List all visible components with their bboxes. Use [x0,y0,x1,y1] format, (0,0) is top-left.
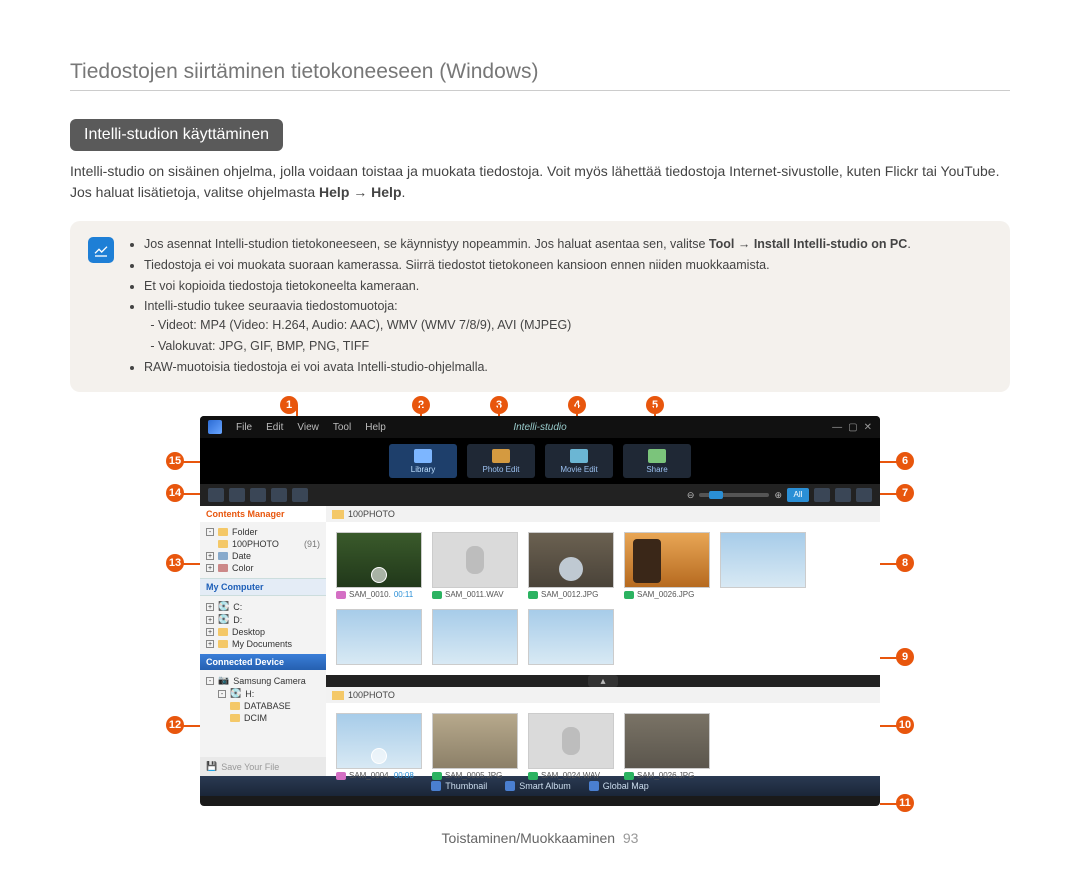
thumbnail[interactable]: SAM_0004.00:08 [336,713,422,780]
callout-10: 10 [896,716,914,734]
connected-device-header: Connected Device [200,654,326,670]
thumbnail[interactable] [528,609,614,665]
toolbar-icon[interactable] [229,488,245,502]
tree-color[interactable]: +Color [206,562,320,574]
collapse-up-icon[interactable]: ▴ [588,675,618,687]
menu-bar: File Edit View Tool Help Intelli-studio … [200,416,880,438]
callout-6: 6 [896,452,914,470]
view-smart-album[interactable]: Smart Album [505,781,571,791]
callout-11: 11 [896,794,914,812]
mode-share[interactable]: Share [623,444,691,478]
section-heading-chip: Intelli-studion käyttäminen [70,119,283,151]
thumbnail[interactable]: SAM_0005.JPG [432,713,518,780]
thumbnail[interactable]: SAM_0024.WAV [528,713,614,780]
toolbar-icon[interactable] [856,488,872,502]
thumbnail[interactable]: SAM_0026.JPG [624,713,710,780]
thumbnail[interactable]: SAM_0010.00:11 [336,532,422,599]
view-global-map[interactable]: Global Map [589,781,649,791]
callout-7: 7 [896,484,914,502]
path-bar-bottom: 100PHOTO [326,687,880,703]
toolbar-icon[interactable] [814,488,830,502]
toolbar-icon[interactable] [208,488,224,502]
toolbar: ⊖ ⊕ All [200,484,880,506]
tree-database[interactable]: DATABASE [230,700,320,712]
tree-100photo[interactable]: 100PHOTO(91) [218,538,320,550]
thumbnail-grid-bottom: SAM_0004.00:08 SAM_0005.JPG SAM_0024.WAV… [326,703,880,790]
app-brand-label: Intelli-studio [513,422,566,433]
tree-camera[interactable]: -📷Samsung Camera [206,674,320,687]
zoom-slider[interactable] [699,493,769,497]
tree-dcim[interactable]: DCIM [230,712,320,724]
toolbar-icon[interactable] [271,488,287,502]
tree-folder[interactable]: -Folder [206,526,320,538]
menu-file[interactable]: File [236,422,252,433]
help-menu-ref-2: Help [371,184,401,200]
menu-view[interactable]: View [297,422,319,433]
contents-manager-header: Contents Manager [200,506,326,522]
help-menu-ref-1: Help [319,184,349,200]
thumbnail[interactable]: SAM_0026.JPG [624,532,710,599]
pane-divider[interactable]: ▴ [326,675,880,687]
window-close-icon[interactable]: ✕ [864,422,872,433]
mode-photo-edit[interactable]: Photo Edit [467,444,535,478]
tree-drive-h[interactable]: -💽H: [218,687,320,700]
path-bar-top: 100PHOTO [326,506,880,522]
thumbnail[interactable]: SAM_0012.JPG [528,532,614,599]
sidebar: Contents Manager -Folder 100PHOTO(91) +D… [200,506,326,776]
window-maximize-icon[interactable]: ▢ [848,422,857,433]
thumbnail[interactable]: SAM_0011.WAV [432,532,518,599]
thumbnail[interactable] [336,609,422,665]
note-icon [88,237,114,263]
mode-movie-edit[interactable]: Movie Edit [545,444,613,478]
mode-library[interactable]: Library [389,444,457,478]
view-thumbnail[interactable]: Thumbnail [431,781,487,791]
note-list: Jos asennat Intelli-studion tietokoneese… [126,235,911,378]
thumbnail-grid-top: SAM_0010.00:11 SAM_0011.WAV SAM_0012.JPG… [326,522,880,675]
mode-bar: Library Photo Edit Movie Edit Share [200,438,880,484]
filter-all-button[interactable]: All [787,488,809,502]
intro-text: Intelli-studio on sisäinen ohjelma, joll… [70,163,999,200]
my-computer-header: My Computer [200,578,326,596]
toolbar-icon[interactable] [250,488,266,502]
tree-mydocs[interactable]: +My Documents [206,638,320,650]
window-minimize-icon[interactable]: — [832,422,842,433]
page-title: Tiedostojen siirtäminen tietokoneeseen (… [70,60,1010,91]
toolbar-icon[interactable] [292,488,308,502]
menu-tool[interactable]: Tool [333,422,351,433]
tree-date[interactable]: +Date [206,550,320,562]
app-logo-icon [208,420,222,434]
intelli-studio-window: File Edit View Tool Help Intelli-studio … [200,416,880,806]
menu-help[interactable]: Help [365,422,386,433]
thumbnail[interactable] [720,532,806,599]
callout-8: 8 [896,554,914,572]
tree-drive-c[interactable]: +💽C: [206,600,320,613]
note-box: Jos asennat Intelli-studion tietokoneese… [70,221,1010,392]
tree-drive-d[interactable]: +💽D: [206,613,320,626]
tree-desktop[interactable]: +Desktop [206,626,320,638]
content-area: 100PHOTO SAM_0010.00:11 SAM_0011.WAV SAM… [326,506,880,776]
menu-edit[interactable]: Edit [266,422,283,433]
save-file-button[interactable]: 💾Save Your File [200,757,326,776]
app-screenshot-diagram: 1 2 3 4 5 6 7 8 9 10 11 12 13 14 15 [200,416,880,806]
page-footer: Toistaminen/Muokkaaminen 93 [70,830,1010,846]
toolbar-icon[interactable] [835,488,851,502]
thumbnail[interactable] [432,609,518,665]
callout-9: 9 [896,648,914,666]
intro-paragraph: Intelli-studio on sisäinen ohjelma, joll… [70,161,1010,203]
